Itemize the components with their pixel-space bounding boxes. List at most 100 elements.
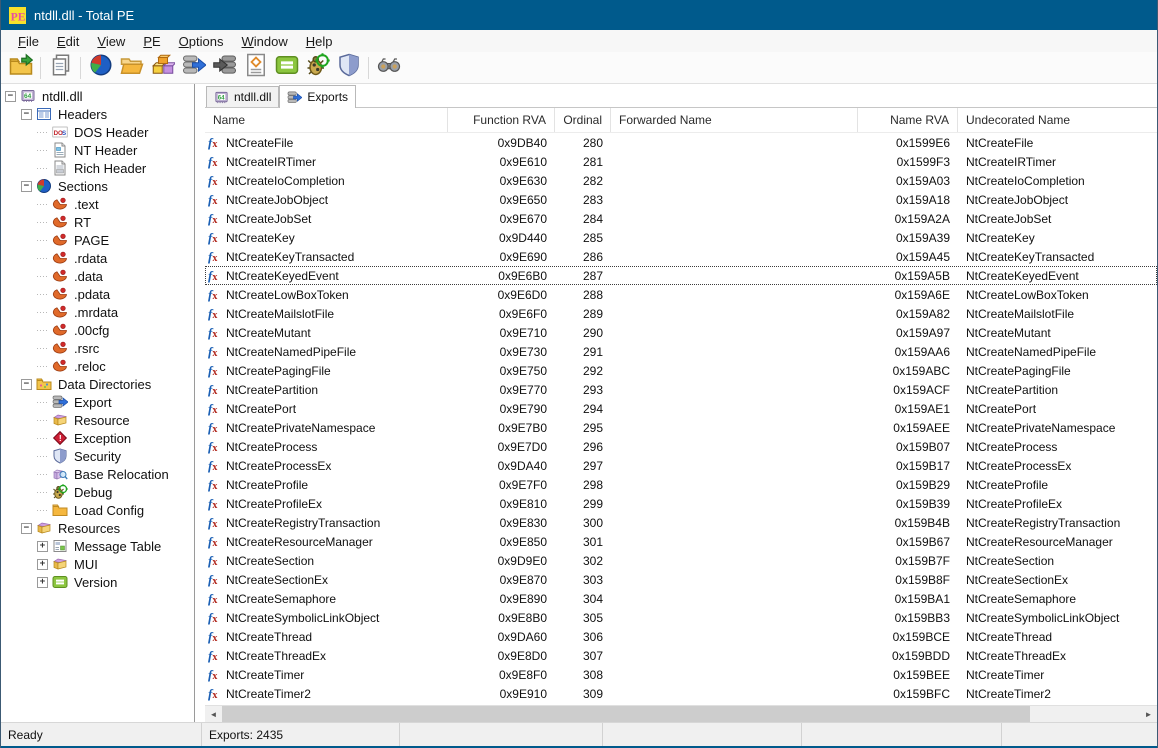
horizontal-scrollbar[interactable]: ◄ ►: [205, 705, 1157, 722]
tree-item-rich-header[interactable]: Rich Header: [1, 159, 194, 177]
expand-box-icon[interactable]: +: [37, 559, 48, 570]
column-header-name-rva[interactable]: Name RVA: [858, 108, 958, 132]
table-row[interactable]: fxNtCreateKey0x9D4402850x159A39NtCreateK…: [205, 228, 1157, 247]
open-folder-button[interactable]: [116, 54, 147, 82]
table-row[interactable]: fxNtCreateMutant0x9E7102900x159A97NtCrea…: [205, 323, 1157, 342]
tree-item-text[interactable]: .text: [1, 195, 194, 213]
table-row[interactable]: fxNtCreateKeyTransacted0x9E6902860x159A4…: [205, 247, 1157, 266]
table-row[interactable]: fxNtCreateProcess0x9E7D02960x159B07NtCre…: [205, 437, 1157, 456]
relocations-button[interactable]: [240, 54, 271, 82]
debug-button[interactable]: [302, 54, 333, 82]
exports-button[interactable]: [178, 54, 209, 82]
collapse-box-icon[interactable]: −: [21, 379, 32, 390]
scrollbar-thumb[interactable]: [222, 706, 1030, 722]
tree-item-mrdata[interactable]: .mrdata: [1, 303, 194, 321]
scroll-right-arrow-icon[interactable]: ►: [1140, 706, 1157, 722]
tree-item-export[interactable]: Export: [1, 393, 194, 411]
menu-view[interactable]: View: [88, 32, 134, 51]
table-row[interactable]: fxNtCreateSectionEx0x9E8703030x159B8FNtC…: [205, 570, 1157, 589]
tree-item-message-table[interactable]: +Message Table: [1, 537, 194, 555]
table-row[interactable]: fxNtCreateProfileEx0x9E8102990x159B39NtC…: [205, 494, 1157, 513]
tree-item-pdata[interactable]: .pdata: [1, 285, 194, 303]
table-row[interactable]: fxNtCreateRegistryTransaction0x9E8303000…: [205, 513, 1157, 532]
tree-item-page[interactable]: PAGE: [1, 231, 194, 249]
table-row[interactable]: fxNtCreatePartition0x9E7702930x159ACFNtC…: [205, 380, 1157, 399]
copy-button[interactable]: [45, 54, 76, 82]
table-row[interactable]: fxNtCreateThreadEx0x9E8D03070x159BDDNtCr…: [205, 646, 1157, 665]
menu-pe[interactable]: PE: [134, 32, 169, 51]
tree-item-ntdll-dll[interactable]: −64ntdll.dll: [1, 87, 194, 105]
tree-item-resource[interactable]: Resource: [1, 411, 194, 429]
table-row[interactable]: fxNtCreateProcessEx0x9DA402970x159B17NtC…: [205, 456, 1157, 475]
menu-window[interactable]: Window: [233, 32, 297, 51]
menu-edit[interactable]: Edit: [48, 32, 88, 51]
search-button[interactable]: [373, 54, 404, 82]
tree-item-version[interactable]: +Version: [1, 573, 194, 591]
column-header-ordinal[interactable]: Ordinal: [555, 108, 611, 132]
column-header-undecorated-name[interactable]: Undecorated Name: [958, 108, 1157, 132]
tab-ntdll-dll[interactable]: 64ntdll.dll: [206, 86, 279, 107]
tree-item-sections[interactable]: −Sections: [1, 177, 194, 195]
tree-item-data-directories[interactable]: −Data Directories: [1, 375, 194, 393]
table-row[interactable]: fxNtCreateSymbolicLinkObject0x9E8B03050x…: [205, 608, 1157, 627]
tree-item-reloc[interactable]: .reloc: [1, 357, 194, 375]
collapse-box-icon[interactable]: −: [21, 109, 32, 120]
table-row[interactable]: fxNtCreateTimer0x9E8F03080x159BEENtCreat…: [205, 665, 1157, 684]
tree-item-headers[interactable]: −Headers: [1, 105, 194, 123]
table-row[interactable]: fxNtCreateFile0x9DB402800x1599E6NtCreate…: [205, 133, 1157, 152]
table-row[interactable]: fxNtCreateKeyedEvent0x9E6B02870x159A5BNt…: [205, 266, 1157, 285]
table-row[interactable]: fxNtCreateTimer20x9E9103090x159BFCNtCrea…: [205, 684, 1157, 703]
table-row[interactable]: fxNtCreateThread0x9DA603060x159BCENtCrea…: [205, 627, 1157, 646]
tree-item-data[interactable]: .data: [1, 267, 194, 285]
column-header-function-rva[interactable]: Function RVA: [448, 108, 555, 132]
tree-item-resources[interactable]: −Resources: [1, 519, 194, 537]
table-row[interactable]: fxNtCreateIRTimer0x9E6102810x1599F3NtCre…: [205, 152, 1157, 171]
sections-button[interactable]: [85, 54, 116, 82]
tree-item-dos-header[interactable]: DOSDOS Header: [1, 123, 194, 141]
tree-item-base-relocation[interactable]: Base Relocation: [1, 465, 194, 483]
table-row[interactable]: fxNtCreateIoCompletion0x9E6302820x159A03…: [205, 171, 1157, 190]
tree-item-rdata[interactable]: .rdata: [1, 249, 194, 267]
collapse-box-icon[interactable]: −: [21, 181, 32, 192]
table-row[interactable]: fxNtCreatePort0x9E7902940x159AE1NtCreate…: [205, 399, 1157, 418]
menu-help[interactable]: Help: [297, 32, 342, 51]
table-row[interactable]: fxNtCreateJobObject0x9E6502830x159A18NtC…: [205, 190, 1157, 209]
column-header-forwarded-name[interactable]: Forwarded Name: [611, 108, 858, 132]
tree-item-00cfg[interactable]: .00cfg: [1, 321, 194, 339]
table-row[interactable]: fxNtCreateLowBoxToken0x9E6D02880x159A6EN…: [205, 285, 1157, 304]
resources-button[interactable]: [147, 54, 178, 82]
table-row[interactable]: fxNtCreateProfile0x9E7F02980x159B29NtCre…: [205, 475, 1157, 494]
security-button[interactable]: [333, 54, 364, 82]
table-row[interactable]: fxNtCreateSemaphore0x9E8903040x159BA1NtC…: [205, 589, 1157, 608]
table-row[interactable]: fxNtCreatePrivateNamespace0x9E7B02950x15…: [205, 418, 1157, 437]
collapse-box-icon[interactable]: −: [5, 91, 16, 102]
open-button[interactable]: [5, 54, 36, 82]
scrollbar-track[interactable]: [222, 706, 1140, 722]
tree-item-rsrc[interactable]: .rsrc: [1, 339, 194, 357]
menu-options[interactable]: Options: [170, 32, 233, 51]
scroll-left-arrow-icon[interactable]: ◄: [205, 706, 222, 722]
pie-chart-icon: [89, 53, 113, 82]
tree-item-nt-header[interactable]: NT Header: [1, 141, 194, 159]
menu-file[interactable]: File: [9, 32, 48, 51]
collapse-box-icon[interactable]: −: [21, 523, 32, 534]
expand-box-icon[interactable]: +: [37, 541, 48, 552]
table-row[interactable]: fxNtCreateResourceManager0x9E8503010x159…: [205, 532, 1157, 551]
tree-item-load-config[interactable]: Load Config: [1, 501, 194, 519]
tree-item-rt[interactable]: RT: [1, 213, 194, 231]
imports-button[interactable]: [209, 54, 240, 82]
tree-item-security[interactable]: Security: [1, 447, 194, 465]
tree-item-exception[interactable]: !Exception: [1, 429, 194, 447]
table-row[interactable]: fxNtCreateNamedPipeFile0x9E7302910x159AA…: [205, 342, 1157, 361]
panel-splitter[interactable]: [195, 84, 205, 722]
table-row[interactable]: fxNtCreatePagingFile0x9E7502920x159ABCNt…: [205, 361, 1157, 380]
table-row[interactable]: fxNtCreateMailslotFile0x9E6F02890x159A82…: [205, 304, 1157, 323]
table-row[interactable]: fxNtCreateSection0x9D9E03020x159B7FNtCre…: [205, 551, 1157, 570]
table-row[interactable]: fxNtCreateJobSet0x9E6702840x159A2ANtCrea…: [205, 209, 1157, 228]
tab-exports[interactable]: Exports: [279, 85, 356, 108]
tree-item-mui[interactable]: +MUI: [1, 555, 194, 573]
expand-box-icon[interactable]: +: [37, 577, 48, 588]
column-header-name[interactable]: Name: [205, 108, 448, 132]
version-button[interactable]: [271, 54, 302, 82]
tree-item-debug[interactable]: Debug: [1, 483, 194, 501]
